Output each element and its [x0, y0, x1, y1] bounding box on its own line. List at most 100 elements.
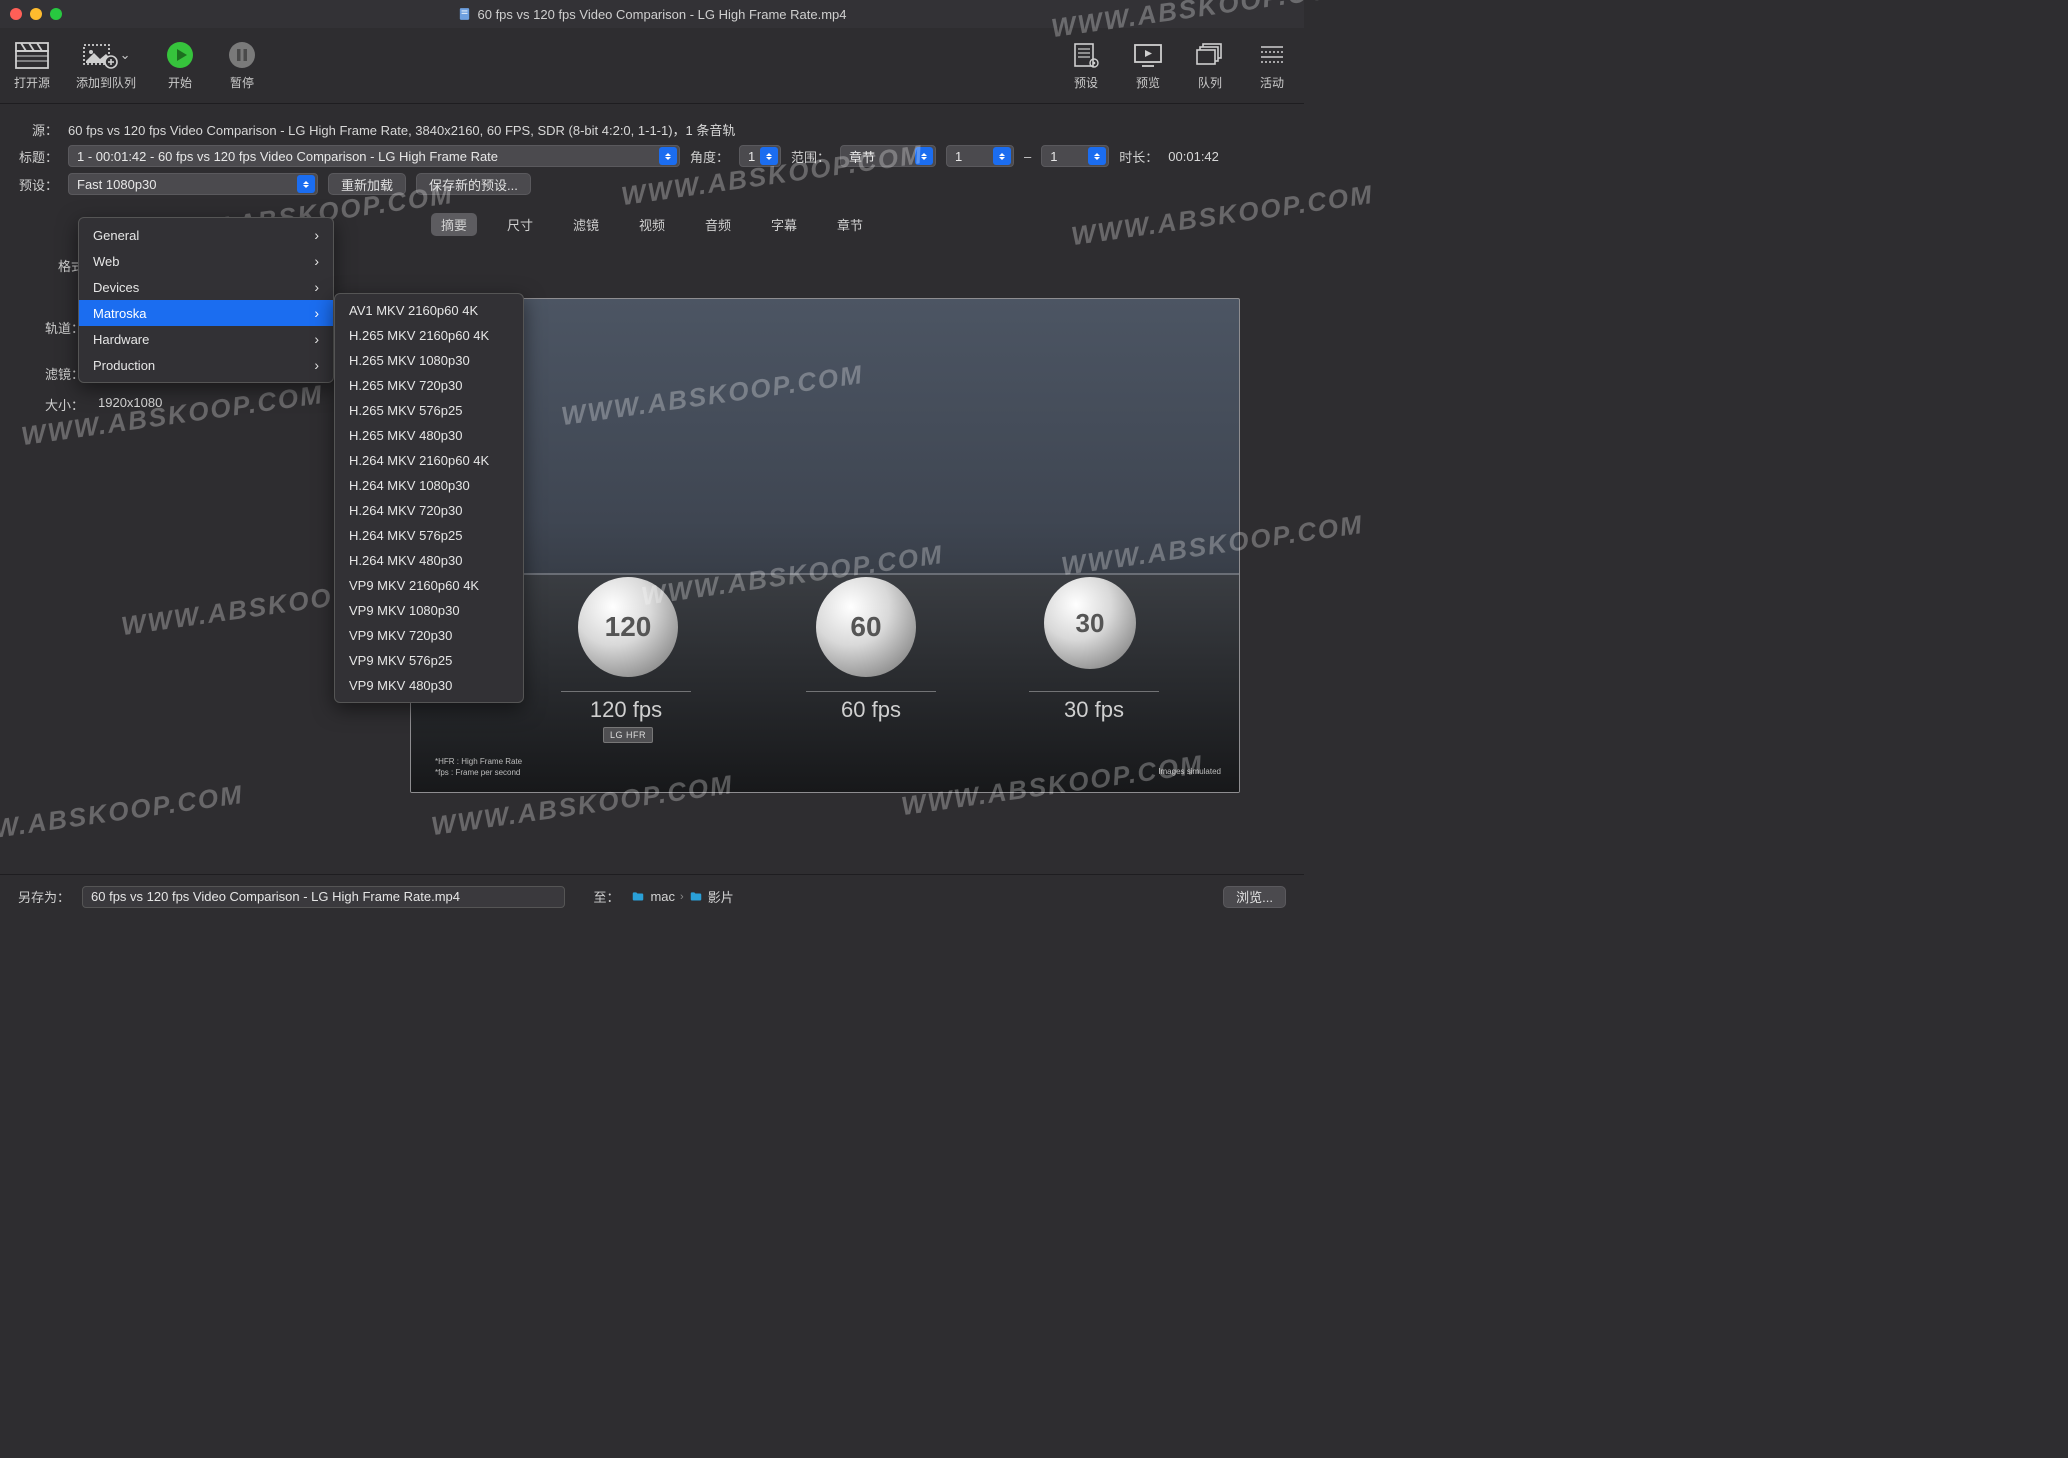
range-to-select[interactable]: 1	[1041, 145, 1109, 167]
fps-label-30: 30 fps	[1029, 697, 1159, 723]
monitor-play-icon	[1133, 42, 1163, 68]
preview-ball-120: 120	[578, 577, 678, 677]
submenu-item[interactable]: H.264 MKV 2160p60 4K	[335, 448, 523, 473]
folder-icon	[689, 890, 703, 904]
preset-category-menu: General› Web› Devices› Matroska› Hardwar…	[78, 217, 334, 383]
title-label: 标题：	[18, 147, 58, 166]
preview-ball-60: 60	[816, 577, 916, 677]
pause-button[interactable]: 暂停	[224, 40, 260, 91]
preview-button[interactable]: 预览	[1130, 40, 1166, 91]
tab-summary[interactable]: 摘要	[431, 213, 477, 236]
play-icon	[165, 40, 195, 70]
tab-video[interactable]: 视频	[629, 213, 675, 236]
title-select[interactable]: 1 - 00:01:42 - 60 fps vs 120 fps Video C…	[68, 145, 680, 167]
window-controls	[10, 8, 62, 20]
start-button[interactable]: 开始	[162, 40, 198, 91]
folder-icon	[631, 890, 645, 904]
output-filename-input[interactable]: 60 fps vs 120 fps Video Comparison - LG …	[82, 886, 565, 908]
preview-legend: *HFR : High Frame Rate*fps : Frame per s…	[435, 757, 522, 778]
submenu-item[interactable]: H.265 MKV 720p30	[335, 373, 523, 398]
fps-label-60: 60 fps	[806, 697, 936, 723]
tab-chapters[interactable]: 章节	[827, 213, 873, 236]
tab-subtitles[interactable]: 字幕	[761, 213, 807, 236]
menu-item-web[interactable]: Web›	[79, 248, 333, 274]
duration-value: 00:01:42	[1168, 149, 1219, 164]
window-title-area: 60 fps vs 120 fps Video Comparison - LG …	[458, 7, 847, 22]
to-label: 至：	[593, 887, 619, 906]
chevron-right-icon: ›	[680, 891, 684, 903]
open-source-button[interactable]: 打开源	[14, 40, 50, 91]
titlebar: 60 fps vs 120 fps Video Comparison - LG …	[0, 0, 1304, 28]
tab-audio[interactable]: 音频	[695, 213, 741, 236]
size-value: 1920x1080	[98, 395, 162, 414]
preset-select[interactable]: Fast 1080p30	[68, 173, 318, 195]
preset-label: 预设：	[18, 175, 58, 194]
duration-label: 时长：	[1119, 147, 1158, 166]
submenu-item[interactable]: VP9 MKV 720p30	[335, 623, 523, 648]
tab-dimensions[interactable]: 尺寸	[497, 213, 543, 236]
toolbar: 打开源 ⌄ 添加到队列 开始 暂停 预设 预览 队列	[0, 28, 1304, 104]
submenu-item[interactable]: H.264 MKV 576p25	[335, 523, 523, 548]
preview-ball-30: 30	[1044, 577, 1136, 669]
size-label: 大小：	[42, 395, 84, 414]
tab-filters[interactable]: 滤镜	[563, 213, 609, 236]
lg-hfr-badge: LG HFR	[603, 727, 653, 743]
chevron-right-icon: ›	[314, 305, 319, 321]
chevron-right-icon: ›	[314, 357, 319, 373]
submenu-item[interactable]: VP9 MKV 480p30	[335, 673, 523, 698]
stack-icon	[1195, 42, 1225, 68]
pause-icon	[227, 40, 257, 70]
range-type-select[interactable]: 章节	[840, 145, 936, 167]
clapperboard-icon	[15, 41, 49, 69]
watermark: WWW.ABSKOOP.COM	[0, 779, 246, 852]
angle-select[interactable]: 1	[739, 145, 781, 167]
submenu-item[interactable]: VP9 MKV 1080p30	[335, 598, 523, 623]
chevron-right-icon: ›	[314, 227, 319, 243]
submenu-item[interactable]: H.264 MKV 720p30	[335, 498, 523, 523]
submenu-item[interactable]: H.265 MKV 2160p60 4K	[335, 323, 523, 348]
maximize-button[interactable]	[50, 8, 62, 20]
range-from-select[interactable]: 1	[946, 145, 1014, 167]
chevron-right-icon: ›	[314, 253, 319, 269]
chevron-right-icon: ›	[314, 331, 319, 347]
preview-area: 120 60 30 120 fps 60 fps 30 fps LG HFR *…	[410, 298, 1240, 793]
chevron-down-icon[interactable]: ⌄	[120, 40, 130, 70]
window-title: 60 fps vs 120 fps Video Comparison - LG …	[478, 7, 847, 22]
source-text: 60 fps vs 120 fps Video Comparison - LG …	[68, 120, 735, 139]
menu-item-production[interactable]: Production›	[79, 352, 333, 378]
angle-label: 角度：	[690, 147, 729, 166]
submenu-item[interactable]: H.265 MKV 480p30	[335, 423, 523, 448]
document-icon	[458, 7, 472, 21]
destination-breadcrumb[interactable]: mac › 影片	[631, 887, 733, 906]
submenu-item[interactable]: VP9 MKV 2160p60 4K	[335, 573, 523, 598]
add-to-queue-button[interactable]: ⌄ 添加到队列	[76, 40, 136, 91]
save-as-label: 另存为：	[18, 887, 70, 906]
add-picture-icon	[82, 41, 118, 69]
browse-button[interactable]: 浏览...	[1223, 886, 1286, 908]
fps-label-120: 120 fps	[561, 697, 691, 723]
source-label: 源：	[18, 120, 58, 139]
menu-item-general[interactable]: General›	[79, 222, 333, 248]
submenu-item[interactable]: AV1 MKV 2160p60 4K	[335, 298, 523, 323]
presets-button[interactable]: 预设	[1068, 40, 1104, 91]
presets-icon	[1072, 42, 1100, 68]
preset-submenu-matroska: AV1 MKV 2160p60 4KH.265 MKV 2160p60 4KH.…	[334, 293, 524, 703]
bottom-bar: 另存为： 60 fps vs 120 fps Video Comparison …	[0, 874, 1304, 918]
menu-item-matroska[interactable]: Matroska›	[79, 300, 333, 326]
submenu-item[interactable]: H.265 MKV 576p25	[335, 398, 523, 423]
submenu-item[interactable]: H.264 MKV 1080p30	[335, 473, 523, 498]
range-dash: –	[1024, 149, 1031, 164]
submenu-item[interactable]: VP9 MKV 576p25	[335, 648, 523, 673]
menu-item-hardware[interactable]: Hardware›	[79, 326, 333, 352]
minimize-button[interactable]	[30, 8, 42, 20]
submenu-item[interactable]: H.264 MKV 480p30	[335, 548, 523, 573]
range-label: 范围：	[791, 147, 830, 166]
menu-item-devices[interactable]: Devices›	[79, 274, 333, 300]
activity-button[interactable]: 活动	[1254, 40, 1290, 91]
queue-button[interactable]: 队列	[1192, 40, 1228, 91]
save-preset-button[interactable]: 保存新的预设...	[416, 173, 531, 195]
submenu-item[interactable]: H.265 MKV 1080p30	[335, 348, 523, 373]
close-button[interactable]	[10, 8, 22, 20]
chevron-right-icon: ›	[314, 279, 319, 295]
reload-preset-button[interactable]: 重新加载	[328, 173, 406, 195]
